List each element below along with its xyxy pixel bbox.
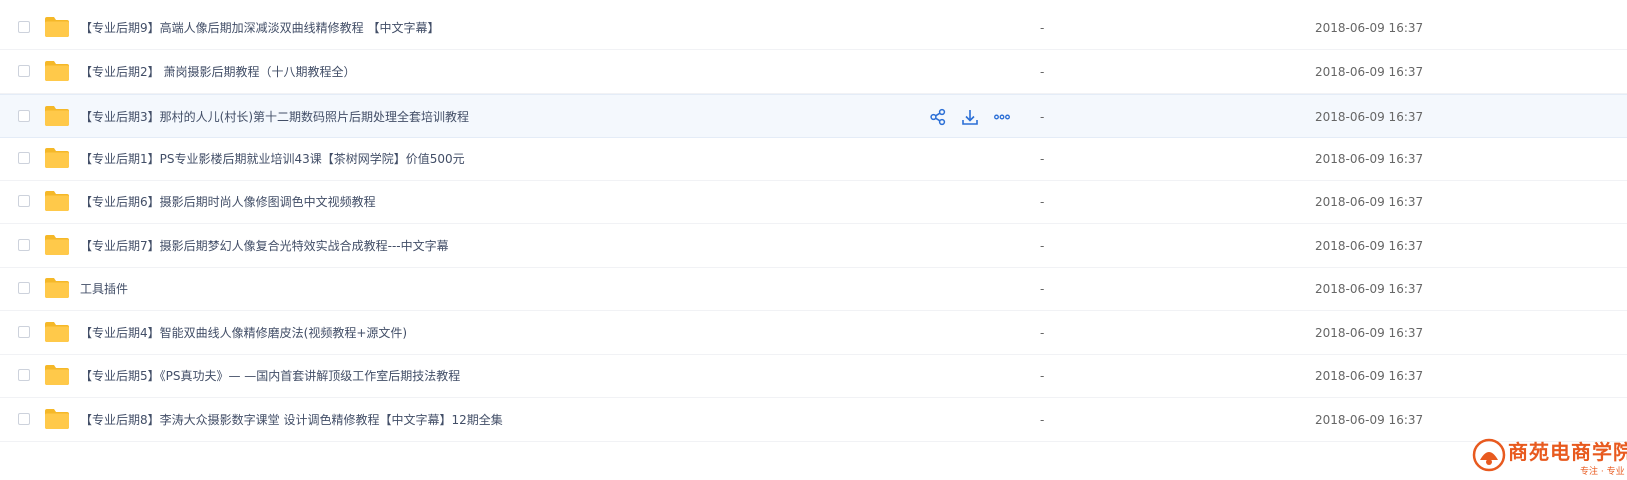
row-checkbox[interactable] (18, 369, 30, 381)
file-name-link[interactable]: 工具插件 (80, 267, 128, 311)
file-size: - (1040, 152, 1045, 166)
more-icon (993, 108, 1011, 126)
file-row[interactable]: 【专业后期3】那村的人儿(村长)第十二期数码照片后期处理全套培训教程 - 2018-… (0, 94, 1627, 138)
watermark-emblem-icon (1472, 438, 1506, 472)
folder-icon[interactable] (44, 234, 70, 256)
folder-icon[interactable] (44, 16, 70, 38)
file-size: - (1040, 195, 1045, 209)
file-row[interactable]: 【专业后期5】《PS真功夫》— —国内首套讲解顶级工作室后期技法教程 - 2018-… (0, 354, 1627, 398)
row-checkbox[interactable] (18, 152, 30, 164)
file-row[interactable]: 【专业后期8】李涛大众摄影数字课堂 设计调色精修教程【中文字幕】12期全集 - 20… (0, 398, 1627, 442)
modified-date: 2018-06-09 16:37 (1315, 369, 1424, 383)
folder-icon[interactable] (44, 364, 70, 386)
file-name-link[interactable]: 【专业后期2】 萧岗摄影后期教程（十八期教程全） (80, 50, 355, 94)
file-name-link[interactable]: 【专业后期3】那村的人儿(村长)第十二期数码照片后期处理全套培训教程 (80, 95, 469, 139)
folder-icon[interactable] (44, 408, 70, 430)
modified-date: 2018-06-09 16:37 (1315, 195, 1424, 209)
modified-date: 2018-06-09 16:37 (1315, 239, 1424, 253)
row-checkbox[interactable] (18, 282, 30, 294)
file-name-link[interactable]: 【专业后期5】《PS真功夫》— —国内首套讲解顶级工作室后期技法教程 (80, 354, 460, 398)
modified-date: 2018-06-09 16:37 (1315, 326, 1424, 340)
folder-icon[interactable] (44, 60, 70, 82)
file-size: - (1040, 65, 1045, 79)
row-checkbox[interactable] (18, 21, 30, 33)
watermark-logo: 商苑电商学院 专注 · 专业 (1472, 434, 1627, 478)
file-name-link[interactable]: 【专业后期1】PS专业影楼后期就业培训43课【茶树网学院】价值500元 (80, 137, 465, 181)
folder-icon[interactable] (44, 105, 70, 127)
file-list: 【专业后期9】高端人像后期加深减淡双曲线精修教程 【中文字幕】 - 2018-06-… (0, 0, 1627, 480)
folder-icon[interactable] (44, 277, 70, 299)
modified-date: 2018-06-09 16:37 (1315, 21, 1424, 35)
file-row[interactable]: 工具插件 - 2018-06-09 16:37 (0, 267, 1627, 311)
file-size: - (1040, 239, 1045, 253)
modified-date: 2018-06-09 16:37 (1315, 413, 1424, 427)
share-button[interactable] (928, 107, 948, 127)
file-name-link[interactable]: 【专业后期9】高端人像后期加深减淡双曲线精修教程 【中文字幕】 (80, 6, 439, 50)
file-row[interactable]: 【专业后期7】摄影后期梦幻人像复合光特效实战合成教程---中文字幕 - 2018-0… (0, 224, 1627, 268)
modified-date: 2018-06-09 16:37 (1315, 65, 1424, 79)
watermark-title: 商苑电商学院 (1508, 440, 1627, 464)
file-size: - (1040, 369, 1045, 383)
row-checkbox[interactable] (18, 65, 30, 77)
row-checkbox[interactable] (18, 239, 30, 251)
folder-icon[interactable] (44, 321, 70, 343)
file-name-link[interactable]: 【专业后期8】李涛大众摄影数字课堂 设计调色精修教程【中文字幕】12期全集 (80, 398, 503, 442)
file-size: - (1040, 326, 1045, 340)
modified-date: 2018-06-09 16:37 (1315, 110, 1424, 124)
file-name-link[interactable]: 【专业后期7】摄影后期梦幻人像复合光特效实战合成教程---中文字幕 (80, 224, 449, 268)
modified-date: 2018-06-09 16:37 (1315, 152, 1424, 166)
file-name-link[interactable]: 【专业后期6】摄影后期时尚人像修图调色中文视频教程 (80, 180, 376, 224)
folder-icon[interactable] (44, 190, 70, 212)
row-actions (928, 107, 1012, 127)
download-icon (961, 108, 979, 126)
row-checkbox[interactable] (18, 195, 30, 207)
file-size: - (1040, 110, 1045, 124)
modified-date: 2018-06-09 16:37 (1315, 282, 1424, 296)
file-name-link[interactable]: 【专业后期4】智能双曲线人像精修磨皮法(视频教程+源文件) (80, 311, 407, 355)
file-row[interactable]: 【专业后期4】智能双曲线人像精修磨皮法(视频教程+源文件) - 2018-06-09… (0, 311, 1627, 355)
file-size: - (1040, 21, 1045, 35)
folder-icon[interactable] (44, 147, 70, 169)
download-button[interactable] (960, 107, 980, 127)
file-row[interactable]: 【专业后期2】 萧岗摄影后期教程（十八期教程全） - 2018-06-09 16:3… (0, 50, 1627, 94)
row-checkbox[interactable] (18, 110, 30, 122)
file-size: - (1040, 282, 1045, 296)
more-button[interactable] (992, 107, 1012, 127)
file-row[interactable]: 【专业后期6】摄影后期时尚人像修图调色中文视频教程 - 2018-06-09 16:… (0, 180, 1627, 224)
file-row[interactable]: 【专业后期1】PS专业影楼后期就业培训43课【茶树网学院】价值500元 - 2018… (0, 137, 1627, 181)
watermark-subtitle: 专注 · 专业 (1580, 467, 1625, 477)
row-checkbox[interactable] (18, 413, 30, 425)
row-checkbox[interactable] (18, 326, 30, 338)
file-size: - (1040, 413, 1045, 427)
share-icon (929, 108, 947, 126)
file-row[interactable]: 【专业后期9】高端人像后期加深减淡双曲线精修教程 【中文字幕】 - 2018-06-… (0, 6, 1627, 50)
